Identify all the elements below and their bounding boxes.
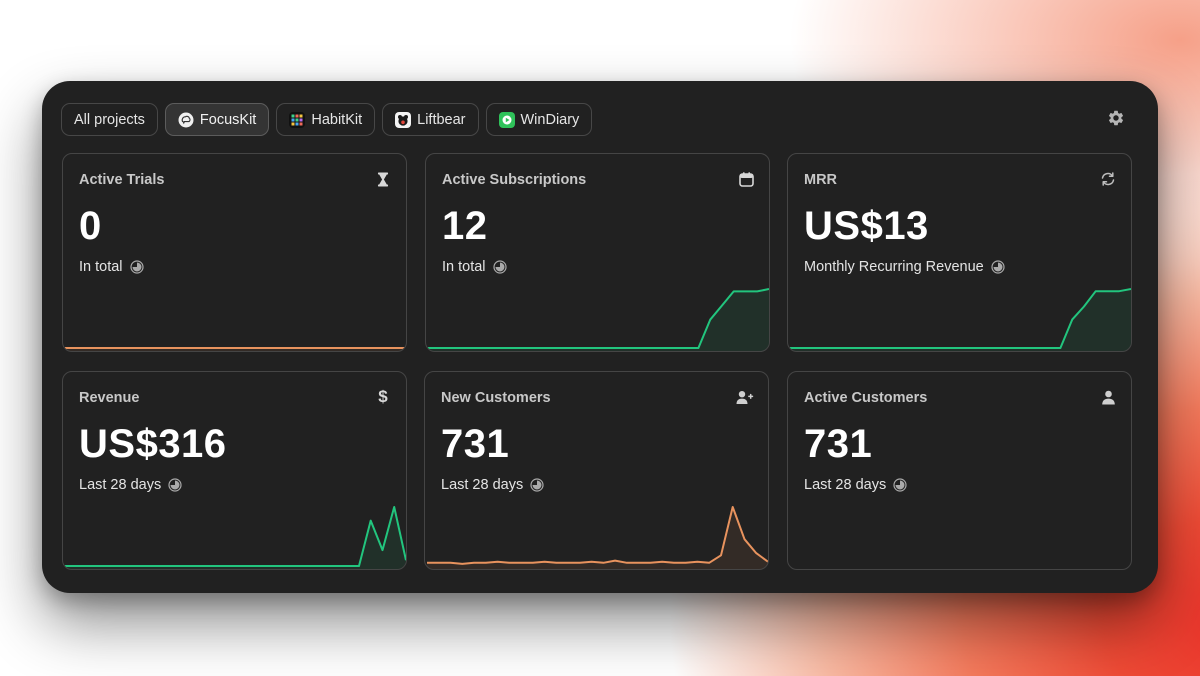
- card-value: US$316: [79, 422, 227, 466]
- tab-label: HabitKit: [311, 111, 363, 128]
- card-value: 731: [804, 422, 873, 466]
- hourglass-icon: [374, 170, 392, 188]
- brain-icon: [178, 112, 194, 128]
- card-title: Active Customers: [804, 390, 928, 406]
- sparkline-area: [427, 507, 768, 569]
- windiary-app-icon: [498, 111, 515, 128]
- sparkline: [65, 506, 406, 569]
- metric-card-mrr[interactable]: MRR US$13 Monthly Recurring Revenue: [787, 153, 1132, 352]
- tab-label: WinDiary: [520, 111, 580, 128]
- refresh-icon: [1099, 170, 1117, 188]
- tab-focuskit[interactable]: FocusKit: [164, 103, 270, 136]
- tab-liftbear[interactable]: Liftbear: [382, 103, 479, 136]
- card-title: Active Trials: [79, 172, 165, 188]
- tab-habitkit[interactable]: HabitKit: [276, 103, 376, 136]
- tab-label: Liftbear: [417, 111, 466, 128]
- metric-card-new-customers[interactable]: New Customers 731 Last 28 days: [424, 371, 769, 570]
- calendar-icon: [737, 170, 755, 188]
- sparkline: [427, 506, 768, 569]
- card-value: 12: [442, 204, 488, 248]
- gear-icon: [1107, 109, 1125, 132]
- metric-card-active-trials[interactable]: Active Trials 0 In total: [62, 153, 407, 352]
- metric-card-active-subscriptions[interactable]: Active Subscriptions 12 In total: [425, 153, 770, 352]
- liftbear-app-icon: [395, 111, 412, 128]
- card-subtitle: Last 28 days: [804, 477, 907, 493]
- metric-card-active-customers[interactable]: Active Customers 731 Last 28 days: [787, 371, 1132, 570]
- card-value: 0: [79, 204, 102, 248]
- sparkline: [790, 288, 1131, 351]
- dashboard-window: All projects FocusKit HabitKit Liftbear …: [42, 81, 1158, 593]
- card-title: New Customers: [441, 390, 551, 406]
- tab-label: FocusKit: [199, 111, 257, 128]
- sparkline: [65, 347, 406, 351]
- card-value: 731: [441, 422, 510, 466]
- sparkline-area: [428, 289, 769, 351]
- sparkline-line: [427, 506, 768, 565]
- card-title: Revenue: [79, 390, 140, 406]
- sparkline-line: [65, 506, 406, 567]
- user-icon: [1099, 388, 1117, 406]
- pie-info-icon[interactable]: [893, 478, 907, 492]
- habitkit-app-icon: [289, 111, 306, 128]
- tab-windiary[interactable]: WinDiary: [485, 103, 593, 136]
- sparkline-area: [790, 289, 1131, 351]
- metric-card-revenue[interactable]: Revenue $ US$316 Last 28 days: [62, 371, 407, 570]
- sparkline: [428, 288, 769, 351]
- tab-all-projects[interactable]: All projects: [61, 103, 158, 136]
- card-value: US$13: [804, 204, 929, 248]
- dollar-icon: $: [378, 387, 388, 406]
- card-title: Active Subscriptions: [442, 172, 587, 188]
- project-tabs: All projects FocusKit HabitKit Liftbear …: [61, 103, 593, 136]
- card-title: MRR: [804, 172, 838, 188]
- settings-button[interactable]: [1105, 109, 1127, 131]
- sparkline-area: [65, 507, 406, 569]
- card-subtitle-text: Last 28 days: [804, 477, 887, 493]
- add-user-icon: [736, 388, 754, 406]
- tab-label: All projects: [74, 111, 145, 128]
